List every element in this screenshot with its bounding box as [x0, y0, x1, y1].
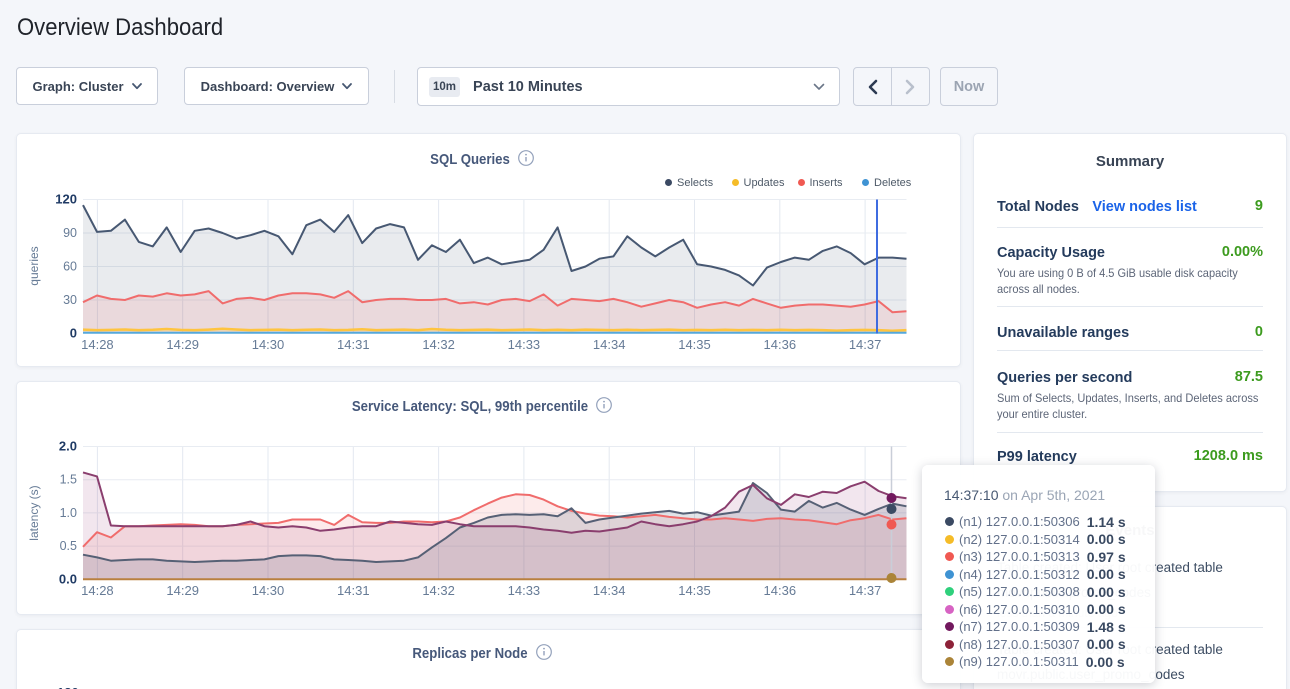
svg-text:90: 90: [63, 226, 77, 240]
svg-text:14:28: 14:28: [81, 583, 114, 598]
svg-text:14:33: 14:33: [508, 337, 541, 352]
svg-text:14:37: 14:37: [849, 337, 882, 352]
svg-text:1.0: 1.0: [60, 506, 77, 520]
svg-text:14:31: 14:31: [337, 583, 370, 598]
svg-text:14:28: 14:28: [81, 337, 114, 352]
svg-text:1.5: 1.5: [60, 473, 77, 487]
svg-text:14:32: 14:32: [422, 337, 455, 352]
svg-text:30: 30: [63, 293, 77, 307]
svg-text:14:34: 14:34: [593, 337, 626, 352]
svg-text:0.5: 0.5: [60, 539, 77, 553]
svg-text:14:37: 14:37: [849, 583, 882, 598]
svg-text:0: 0: [70, 326, 77, 341]
svg-text:14:34: 14:34: [593, 583, 626, 598]
svg-text:14:36: 14:36: [764, 337, 797, 352]
svg-text:latency (s): latency (s): [27, 485, 41, 540]
svg-text:60: 60: [63, 260, 77, 274]
svg-text:14:29: 14:29: [166, 583, 199, 598]
svg-text:14:33: 14:33: [508, 583, 541, 598]
svg-text:14:29: 14:29: [166, 337, 199, 352]
svg-text:120: 120: [55, 192, 77, 207]
svg-text:14:36: 14:36: [764, 583, 797, 598]
svg-text:14:35: 14:35: [678, 583, 711, 598]
svg-text:14:31: 14:31: [337, 337, 370, 352]
svg-text:14:35: 14:35: [678, 337, 711, 352]
svg-text:14:30: 14:30: [252, 337, 285, 352]
svg-text:14:32: 14:32: [422, 583, 455, 598]
svg-text:queries: queries: [27, 246, 41, 285]
svg-text:0.0: 0.0: [59, 571, 77, 586]
svg-text:14:30: 14:30: [252, 583, 285, 598]
svg-text:2.0: 2.0: [59, 439, 77, 454]
